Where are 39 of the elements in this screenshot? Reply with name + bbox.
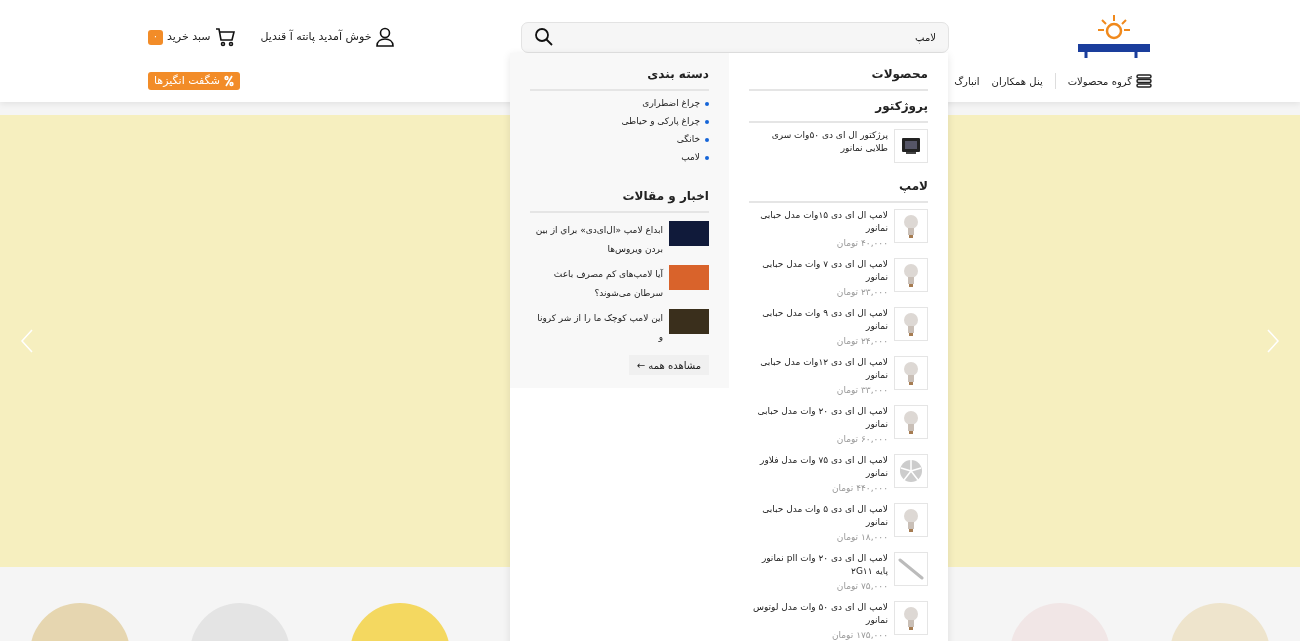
product-name[interactable]: لامپ ال ای دی ۷۵ وات مدل فلاور نمانور [749,454,888,480]
category-link[interactable]: چراغ پارکی و حیاطی [530,114,709,129]
product-name[interactable]: لامپ ال ای دی ۲۰ وات مدل حبابی نمانور [749,405,888,431]
category-link[interactable]: خانگی [530,132,709,147]
nav-link[interactable]: انبارگ [954,73,980,89]
product-name[interactable]: لامپ ال ای دی ۱۲وات مدل حبابی نمانور [749,356,888,382]
cart-count-badge: ۰ [148,29,163,45]
news-title[interactable]: ابداع لامپ «ال‌ای‌دی» براي از بين بردن ويروس‌ها [530,221,663,259]
product-price: ۲۳,۰۰۰ تومان [835,286,888,299]
user-account-link[interactable]: خوش آمدید پانته آ قندیل [260,27,396,47]
product-price: ۲۴,۰۰۰ تومان [835,335,888,348]
product-name[interactable]: لامپ ال ای دی ۷ وات مدل حبابی نمانور [749,258,888,284]
group-heading: لامپ [749,177,928,203]
category-link[interactable]: لامپ [530,150,709,165]
nav-link[interactable]: گروه محصولات [1067,73,1152,89]
product-name[interactable]: لامپ ال ای دی ۲۰ وات pll نمانور پایه ۲G۱۱ [749,552,888,578]
product-price: ۱۷۵,۰۰۰ تومان [830,629,888,641]
product-price: ۳۳,۰۰۰ تومان [835,384,888,397]
news-title[interactable]: این لامپ کوچک ما را از شر کرونا و [530,309,663,347]
news-title[interactable]: آیا لامپ‌های کم مصرف باعث سرطان می‌شوند؟ [530,265,663,303]
category-link[interactable]: چراغ اضطراری [530,96,709,111]
view-all-button[interactable]: مشاهده همه ← [628,355,709,375]
product-name[interactable]: لامپ ال ای دی ۹ وات مدل حبابی نمانور [749,307,888,333]
group-heading: پروژکتور [749,97,928,123]
product-name[interactable]: لامپ ال ای دی ۵ وات مدل حبابی نمانور [749,503,888,529]
product-name[interactable]: پرژکتور ال ای دی ۵۰وات سری طلایی نمانور [749,129,888,155]
section-heading: اخبار و مقالات [530,187,709,213]
product-price: ۱۸,۰۰۰ تومان [835,531,888,544]
product-name[interactable]: لامپ ال ای دی ۱۵وات مدل حبابی نمانور [749,209,888,235]
section-heading: دسته بندی [530,65,709,91]
section-heading: محصولات [749,65,928,91]
search-field[interactable]: لامپ [521,21,949,53]
product-price: ۶۰,۰۰۰ تومان [835,433,888,446]
nav-link[interactable]: پنل همکاران [991,73,1043,89]
cart-link[interactable]: سبد خرید ۰ [148,27,235,47]
product-price: ۴۰,۰۰۰ تومان [835,237,888,250]
product-price: ۷۵,۰۰۰ تومان [835,580,888,593]
product-price: ۴۴۰,۰۰۰ تومان [830,482,888,495]
product-name[interactable]: لامپ ال ای دی ۵۰ وات مدل لوتوس نمانور [749,601,888,627]
